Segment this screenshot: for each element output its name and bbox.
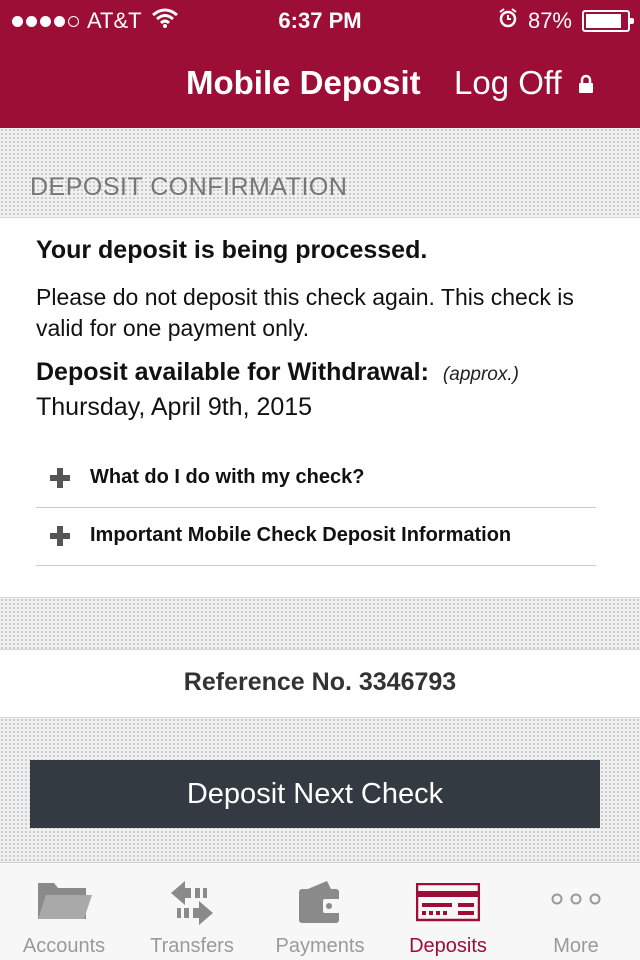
status-right: 87% bbox=[498, 8, 634, 34]
availability-date: Thursday, April 9th, 2015 bbox=[36, 393, 313, 421]
expander-label: What do I do with my check? bbox=[90, 466, 365, 488]
log-off-button[interactable]: Log Off bbox=[454, 64, 594, 102]
availability-row: Deposit available for Withdrawal: (appro… bbox=[36, 358, 519, 387]
availability-label: Deposit available for Withdrawal: bbox=[36, 358, 429, 386]
tab-bar: Accounts Transfers Payments Deposits Mor… bbox=[0, 862, 640, 960]
alarm-icon bbox=[498, 8, 518, 34]
plus-icon bbox=[50, 467, 70, 488]
battery-percent: 87% bbox=[527, 8, 572, 33]
confirmation-message: Please do not deposit this check again. … bbox=[36, 284, 574, 341]
section-heading: DEPOSIT CONFIRMATION bbox=[30, 173, 348, 201]
tab-accounts[interactable]: Accounts bbox=[0, 863, 128, 960]
log-off-label: Log Off bbox=[454, 64, 562, 101]
tab-deposits[interactable]: Deposits bbox=[384, 863, 512, 960]
tab-more[interactable]: More bbox=[512, 863, 640, 960]
tab-label: Deposits bbox=[409, 935, 487, 957]
expander-label: Important Mobile Check Deposit Informati… bbox=[90, 524, 512, 546]
battery-icon bbox=[582, 10, 634, 32]
wallet-icon bbox=[297, 879, 343, 930]
tab-label: Accounts bbox=[22, 935, 106, 957]
tab-label: More bbox=[553, 935, 599, 957]
lock-icon bbox=[578, 64, 594, 102]
expander-check-instructions[interactable]: What do I do with my check? bbox=[36, 448, 596, 508]
more-dots-icon bbox=[551, 879, 601, 924]
tab-payments[interactable]: Payments bbox=[256, 863, 384, 960]
confirmation-card: Your deposit is being processed. Please … bbox=[0, 218, 640, 598]
confirmation-headline: Your deposit is being processed. bbox=[36, 236, 428, 264]
section-header: DEPOSIT CONFIRMATION bbox=[0, 128, 640, 218]
battery-level bbox=[586, 14, 621, 28]
tab-transfers[interactable]: Transfers bbox=[128, 863, 256, 960]
page-title: Mobile Deposit bbox=[186, 64, 421, 101]
expander-deposit-information[interactable]: Important Mobile Check Deposit Informati… bbox=[36, 506, 596, 566]
folder-icon bbox=[36, 879, 92, 928]
plus-icon bbox=[50, 525, 70, 546]
reference-number: Reference No. 3346793 bbox=[0, 650, 640, 718]
section-divider bbox=[0, 598, 640, 650]
status-bar: AT&T 6:37 PM 87% bbox=[0, 0, 640, 40]
check-icon bbox=[415, 879, 481, 928]
deposit-next-check-button[interactable]: Deposit Next Check bbox=[30, 760, 600, 828]
nav-bar: Mobile Deposit Log Off bbox=[0, 40, 640, 128]
tab-label: Transfers bbox=[150, 935, 234, 957]
transfer-arrows-icon bbox=[169, 879, 215, 932]
tab-label: Payments bbox=[275, 935, 365, 957]
availability-note: (approx.) bbox=[442, 364, 519, 385]
